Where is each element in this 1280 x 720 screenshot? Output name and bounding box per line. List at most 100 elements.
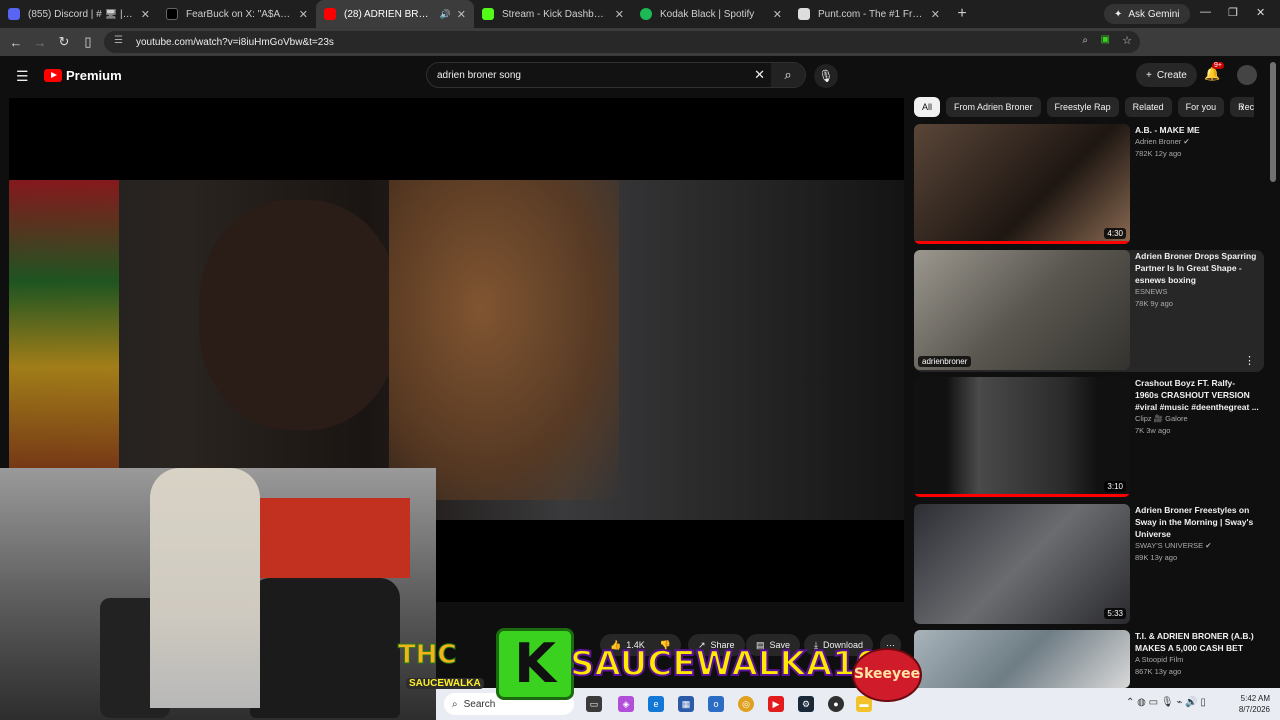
obs-icon[interactable]: ● [828,696,844,712]
video-meta: 782K 12y ago [1135,149,1182,158]
tab-spotify[interactable]: Kodak Black | Spotify ✕ [632,0,790,28]
account-avatar[interactable] [1237,65,1257,85]
video-thumbnail[interactable]: 4:30 [914,124,1130,244]
microphone-icon: 🎙 [818,69,834,83]
maximize-icon[interactable]: ❐ [1228,6,1238,19]
more-options-icon[interactable]: ⋮ [1244,354,1255,367]
system-tray[interactable]: ⌃ ◍ ▭ 🎙 ⌁ 🔊 ▯ [1126,697,1206,708]
channel-overlay-badge: adrienbroner [918,356,972,367]
video-subject [199,200,399,430]
close-window-icon[interactable]: ✕ [1256,6,1265,19]
video-title[interactable]: Adrien Broner Drops Sparring Partner Is … [1135,250,1259,286]
browser-tab-bar: (855) Discord | # 🖥 | reactions✕ FearBuc… [0,0,1280,28]
chevron-right-icon[interactable]: › [1240,100,1244,114]
minimize-icon[interactable]: — [1200,6,1211,18]
tab-youtube[interactable]: (28) ADRIEN BRONER - ON🔊✕ [316,0,474,28]
duration-badge: 5:33 [1104,608,1126,619]
channel-name[interactable]: Clipz 🎥 Galore [1135,413,1259,425]
outlook-icon[interactable]: o [708,696,724,712]
video-thumbnail[interactable]: 3:10 [914,377,1130,497]
video-title[interactable]: Adrien Broner Freestyles on Sway in the … [1135,504,1259,540]
close-tab-icon[interactable]: ✕ [615,8,624,21]
close-tab-icon[interactable]: ✕ [457,8,466,21]
tab-discord[interactable]: (855) Discord | # 🖥 | reactions✕ [0,0,158,28]
video-title[interactable]: T.I. & ADRIEN BRONER (A.B.) MAKES A 5,00… [1135,630,1259,654]
chip-related[interactable]: Related [1124,97,1172,117]
bookmark-star-icon[interactable]: ☆ [1122,34,1132,47]
video-meta: 867K 13y ago [1135,667,1182,676]
forward-icon[interactable]: → [28,35,52,50]
channel-name[interactable]: SWAY'S UNIVERSE [1135,541,1203,550]
close-tab-icon[interactable]: ✕ [773,8,782,21]
search-button[interactable]: ⌕ [771,63,805,87]
close-tab-icon[interactable]: ✕ [299,8,308,21]
recommendation-item[interactable]: 4:30 A.B. - MAKE ME Adrien Broner ✔ 782K… [914,124,1264,246]
duration-badge: 4:30 [1104,228,1126,239]
recommendation-item[interactable]: T.I. & ADRIEN BRONER (A.B.) MAKES A 5,00… [914,630,1264,688]
red-banner-backdrop [240,498,410,578]
chip-for-you[interactable]: For you [1177,97,1225,117]
video-meta: 89K 13y ago [1135,553,1178,562]
copilot-icon[interactable]: ◈ [618,696,634,712]
channel-name[interactable]: ESNEWS [1135,286,1259,298]
notifications-button[interactable]: 🔔 9+ [1204,62,1224,82]
clear-search-icon[interactable]: ✕ [754,67,765,83]
gaming-chair [250,578,400,718]
steam-icon[interactable]: ⚙ [798,696,814,712]
channel-name[interactable]: A Stoopid Film [1135,654,1259,666]
close-tab-icon[interactable]: ✕ [141,8,150,21]
edge-icon[interactable]: e [648,696,664,712]
video-title[interactable]: A.B. - MAKE ME [1135,124,1259,136]
youtube-icon [324,8,336,20]
back-icon[interactable]: ← [4,35,28,50]
video-thumbnail[interactable] [914,630,1130,688]
reload-icon[interactable]: ↻ [52,34,76,50]
youtube-taskbar-icon[interactable]: ▶ [768,696,784,712]
voice-search-button[interactable]: 🎙 [814,64,838,88]
thc-logo: THC SAUCEWALKA [398,640,484,702]
webcam-overlay [0,468,436,720]
split-view-icon[interactable]: ▯ [76,34,100,50]
youtube-play-icon [44,69,62,82]
chip-from-adrien-broner[interactable]: From Adrien Broner [946,97,1041,117]
duration-badge: 3:10 [1104,481,1126,492]
extension-icon[interactable]: ▣ [1101,34,1110,45]
address-bar: ← → ↻ ▯ ☰ youtube.com/watch?v=i8iuHmGoVbw… [0,28,1280,76]
create-button[interactable]: + Create [1136,63,1197,87]
notification-badge: 9+ [1212,62,1224,69]
close-tab-icon[interactable]: ✕ [931,8,940,21]
video-thumbnail[interactable]: adrienbroner [914,250,1130,370]
channel-name[interactable]: Adrien Broner [1135,137,1181,146]
url-field[interactable]: ☰ youtube.com/watch?v=i8iuHmGoVbw&t=23s ⌕… [104,31,1140,53]
menu-icon[interactable]: ☰ [16,68,29,85]
ask-gemini-button[interactable]: ✦ Ask Gemini [1104,4,1190,24]
recommendation-item[interactable]: 3:10 Crashout Boyz FT. Ralfy- 1960s CRAS… [914,377,1264,499]
verified-icon: ✔ [1205,541,1212,550]
chrome-icon[interactable]: ◎ [738,696,754,712]
recommendation-item[interactable]: 5:33 Adrien Broner Freestyles on Sway in… [914,504,1264,626]
skeeyee-seal-logo: Skeeyee [852,648,922,702]
youtube-logo[interactable]: Premium [44,68,122,83]
tab-x[interactable]: FearBuck on X: "A$AP Rocky go✕ [158,0,316,28]
watch-progress-bar [914,494,1130,497]
new-tab-button[interactable]: + [948,5,976,23]
page-scrollbar[interactable] [1270,62,1276,182]
taskbar-clock[interactable]: 5:42 AM 8/7/2026 [1226,693,1270,715]
search-input[interactable]: adrien broner song ✕ ⌕ [426,62,806,88]
youtube-header: ☰ Premium adrien broner song ✕ ⌕ 🎙 + Create… [0,56,1280,94]
site-info-icon[interactable]: ☰ [114,35,128,49]
streamer [150,468,260,708]
task-view-icon[interactable]: ▭ [586,696,602,712]
store-icon[interactable]: ▦ [678,696,694,712]
tab-kick[interactable]: Stream - Kick Dashboard ✕ [474,0,632,28]
speaker-icon[interactable]: 🔊 [440,9,451,20]
tab-punt[interactable]: Punt.com - The #1 Free to Play✕ [790,0,948,28]
zoom-icon[interactable]: ⌕ [1082,35,1088,46]
chip-freestyle-rap[interactable]: Freestyle Rap [1046,97,1119,117]
recommendation-item[interactable]: adrienbroner Adrien Broner Drops Sparrin… [914,250,1264,372]
chip-all[interactable]: All [914,97,941,117]
video-thumbnail[interactable]: 5:33 [914,504,1130,624]
fur-collar [389,180,619,500]
watch-progress-bar [914,241,1130,244]
video-title[interactable]: Crashout Boyz FT. Ralfy- 1960s CRASHOUT … [1135,377,1259,413]
